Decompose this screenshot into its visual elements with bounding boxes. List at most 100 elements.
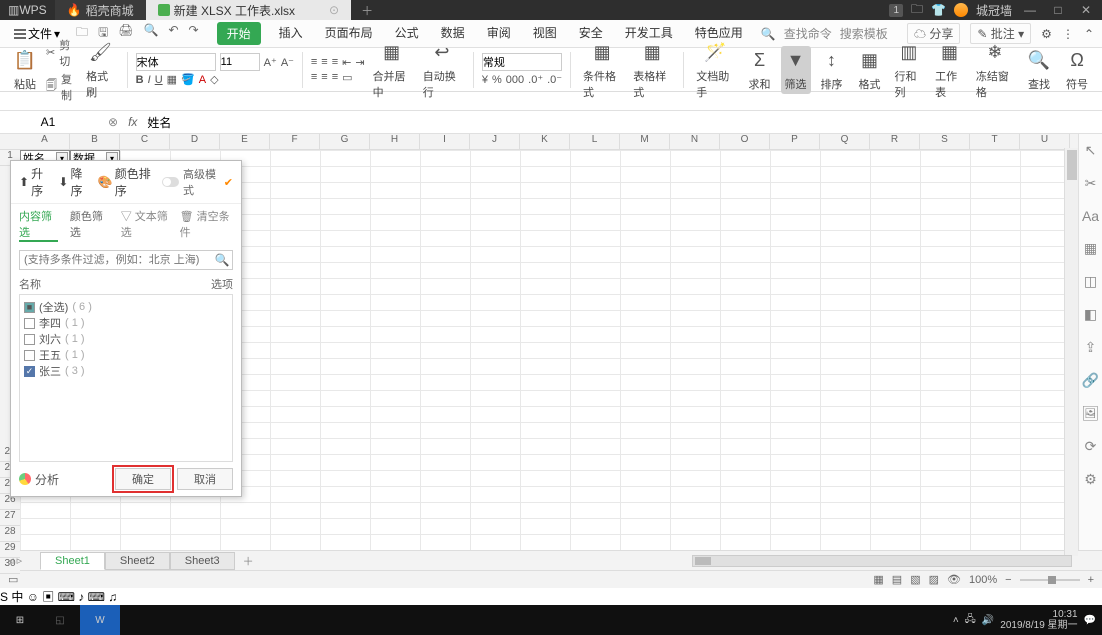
font-shrink-icon[interactable]: A⁻: [281, 56, 294, 69]
maximize-button[interactable]: □: [1048, 3, 1068, 17]
side-object-icon[interactable]: ◫: [1084, 273, 1097, 290]
filter-item-2[interactable]: 刘六 ( 1 ): [24, 331, 228, 347]
border-button[interactable]: ▦: [167, 73, 177, 86]
side-table-icon[interactable]: ▦: [1084, 240, 1097, 257]
col-header-A[interactable]: A: [20, 134, 70, 150]
filter-checkbox[interactable]: ■: [24, 302, 35, 313]
tray-up-icon[interactable]: ˄: [953, 615, 959, 626]
content-filter-tab[interactable]: 内容筛选: [19, 208, 58, 242]
advanced-help-icon[interactable]: ✔: [224, 176, 233, 189]
avatar[interactable]: [954, 3, 968, 17]
format-painter[interactable]: 🖌格式刷: [82, 40, 119, 100]
vertical-scrollbar[interactable]: [1064, 148, 1078, 556]
new-tab-button[interactable]: ＋: [351, 2, 383, 19]
status-mode-icon[interactable]: ▭: [8, 573, 18, 586]
currency-icon[interactable]: ¥: [482, 74, 488, 86]
font-size-input[interactable]: [220, 53, 260, 71]
col-header-T[interactable]: T: [970, 134, 1020, 150]
fill-color-button[interactable]: 🪣: [181, 73, 195, 86]
tab-insert[interactable]: 插入: [275, 22, 307, 45]
ok-button[interactable]: 确定: [115, 468, 171, 490]
comma-icon[interactable]: 000: [506, 74, 524, 86]
sogou-icon[interactable]: S: [0, 590, 8, 604]
horizontal-scrollbar[interactable]: [692, 555, 1072, 567]
store-tab[interactable]: 🔥 稻壳商城: [55, 0, 146, 20]
percent-icon[interactable]: %: [492, 74, 502, 86]
formula-input[interactable]: [147, 115, 1094, 129]
font-grow-icon[interactable]: A⁺: [264, 56, 277, 69]
filter-checkbox[interactable]: ✓: [24, 366, 35, 377]
qat-undo-icon[interactable]: ↶: [168, 23, 178, 44]
align-top-icon[interactable]: ≡: [311, 56, 317, 68]
fx-icon[interactable]: fx: [128, 115, 137, 129]
merge-across-icon[interactable]: ▭: [342, 71, 352, 84]
col-header-O[interactable]: O: [720, 134, 770, 150]
skin-icon[interactable]: 👕: [931, 3, 946, 17]
col-header-L[interactable]: L: [570, 134, 620, 150]
filter-checkbox[interactable]: [24, 318, 35, 329]
row-header-27[interactable]: 27: [0, 510, 20, 526]
align-mid-icon[interactable]: ≡: [321, 56, 327, 68]
ime-chars[interactable]: 中 ☺ ▣ ⌨ ♪ ⌨ ♫: [11, 590, 117, 604]
col-header-M[interactable]: M: [620, 134, 670, 150]
col-header-P[interactable]: P: [770, 134, 820, 150]
notification-center-icon[interactable]: 💬: [1084, 615, 1096, 626]
col-header-C[interactable]: C: [120, 134, 170, 150]
filter-item-3[interactable]: 王五 ( 1 ): [24, 347, 228, 363]
worksheet-button[interactable]: ▦工作表: [931, 40, 968, 100]
col-header-F[interactable]: F: [270, 134, 320, 150]
select-tool-icon[interactable]: ↖: [1085, 142, 1097, 159]
col-header-K[interactable]: K: [520, 134, 570, 150]
dec-dec-icon[interactable]: .0⁻: [547, 73, 562, 86]
column-headers[interactable]: ABCDEFGHIJKLMNOPQRSTU: [20, 134, 1078, 150]
merge-cells[interactable]: ▦合并居中: [369, 40, 415, 100]
wps-logo[interactable]: ▥ WPS: [0, 0, 55, 20]
col-header-U[interactable]: U: [1020, 134, 1070, 150]
zoom-slider[interactable]: [1020, 579, 1080, 581]
col-header-Q[interactable]: Q: [820, 134, 870, 150]
qat-print-icon[interactable]: 🖨: [118, 23, 133, 44]
add-sheet-button[interactable]: ＋: [235, 553, 262, 569]
notification-badge[interactable]: 1: [889, 4, 903, 17]
sort-button[interactable]: ↕排序: [815, 48, 849, 92]
zoom-value[interactable]: 100%: [969, 574, 997, 586]
font-color-button[interactable]: A: [199, 74, 206, 86]
search-template[interactable]: 搜索模板: [840, 25, 888, 42]
dec-inc-icon[interactable]: .0⁺: [528, 73, 543, 86]
taskbar-clock[interactable]: 10:31 2019/8/19 星期一: [1000, 609, 1077, 631]
side-chart-icon[interactable]: ◧: [1084, 306, 1097, 323]
text-filter-button[interactable]: ▽ 文本筛选: [121, 208, 172, 242]
search-command[interactable]: 查找命令: [784, 25, 832, 42]
view-page-icon[interactable]: ▤: [892, 573, 902, 586]
taskview-button[interactable]: ◱: [40, 605, 80, 635]
paste-group[interactable]: 📋粘贴: [8, 48, 42, 92]
document-tab[interactable]: 新建 XLSX 工作表.xlsx ⊙: [146, 0, 351, 20]
wps-taskbar-button[interactable]: W: [80, 605, 120, 635]
qat-preview-icon[interactable]: 🔍: [144, 23, 159, 44]
filter-item-0[interactable]: ■(全选) ( 6 ): [24, 299, 228, 315]
filter-checkbox[interactable]: [24, 334, 35, 345]
number-format-select[interactable]: [482, 53, 562, 71]
ime-toolbar[interactable]: S 中 ☺ ▣ ⌨ ♪ ⌨ ♫: [0, 588, 1102, 605]
clear-conditions-button[interactable]: 🗑 清空条件: [180, 208, 233, 242]
find-button[interactable]: 🔍查找: [1022, 48, 1056, 92]
sheet-tab-3[interactable]: Sheet3: [170, 552, 235, 570]
color-sort-button[interactable]: 🎨 颜色排序: [98, 165, 155, 199]
align-center-icon[interactable]: ≡: [321, 71, 327, 83]
close-button[interactable]: ✕: [1076, 3, 1096, 17]
col-header-R[interactable]: R: [870, 134, 920, 150]
side-settings-icon[interactable]: ⚙: [1084, 471, 1097, 488]
filter-item-1[interactable]: 李四 ( 1 ): [24, 315, 228, 331]
tray-sound-icon[interactable]: 🔊: [982, 615, 994, 626]
clear-format-button[interactable]: ◇: [210, 73, 218, 86]
cancel-fx-icon[interactable]: ⊗: [108, 115, 118, 129]
col-header-S[interactable]: S: [920, 134, 970, 150]
sheet-tab-2[interactable]: Sheet2: [105, 552, 170, 570]
side-clip-icon[interactable]: ✂: [1085, 175, 1097, 192]
qat-redo-icon[interactable]: ↷: [189, 23, 199, 44]
list-header-options[interactable]: 选项: [211, 276, 233, 292]
col-header-D[interactable]: D: [170, 134, 220, 150]
name-box[interactable]: [8, 115, 88, 129]
tab-review[interactable]: 审阅: [483, 22, 515, 45]
filter-search-box[interactable]: 🔍: [19, 250, 233, 270]
